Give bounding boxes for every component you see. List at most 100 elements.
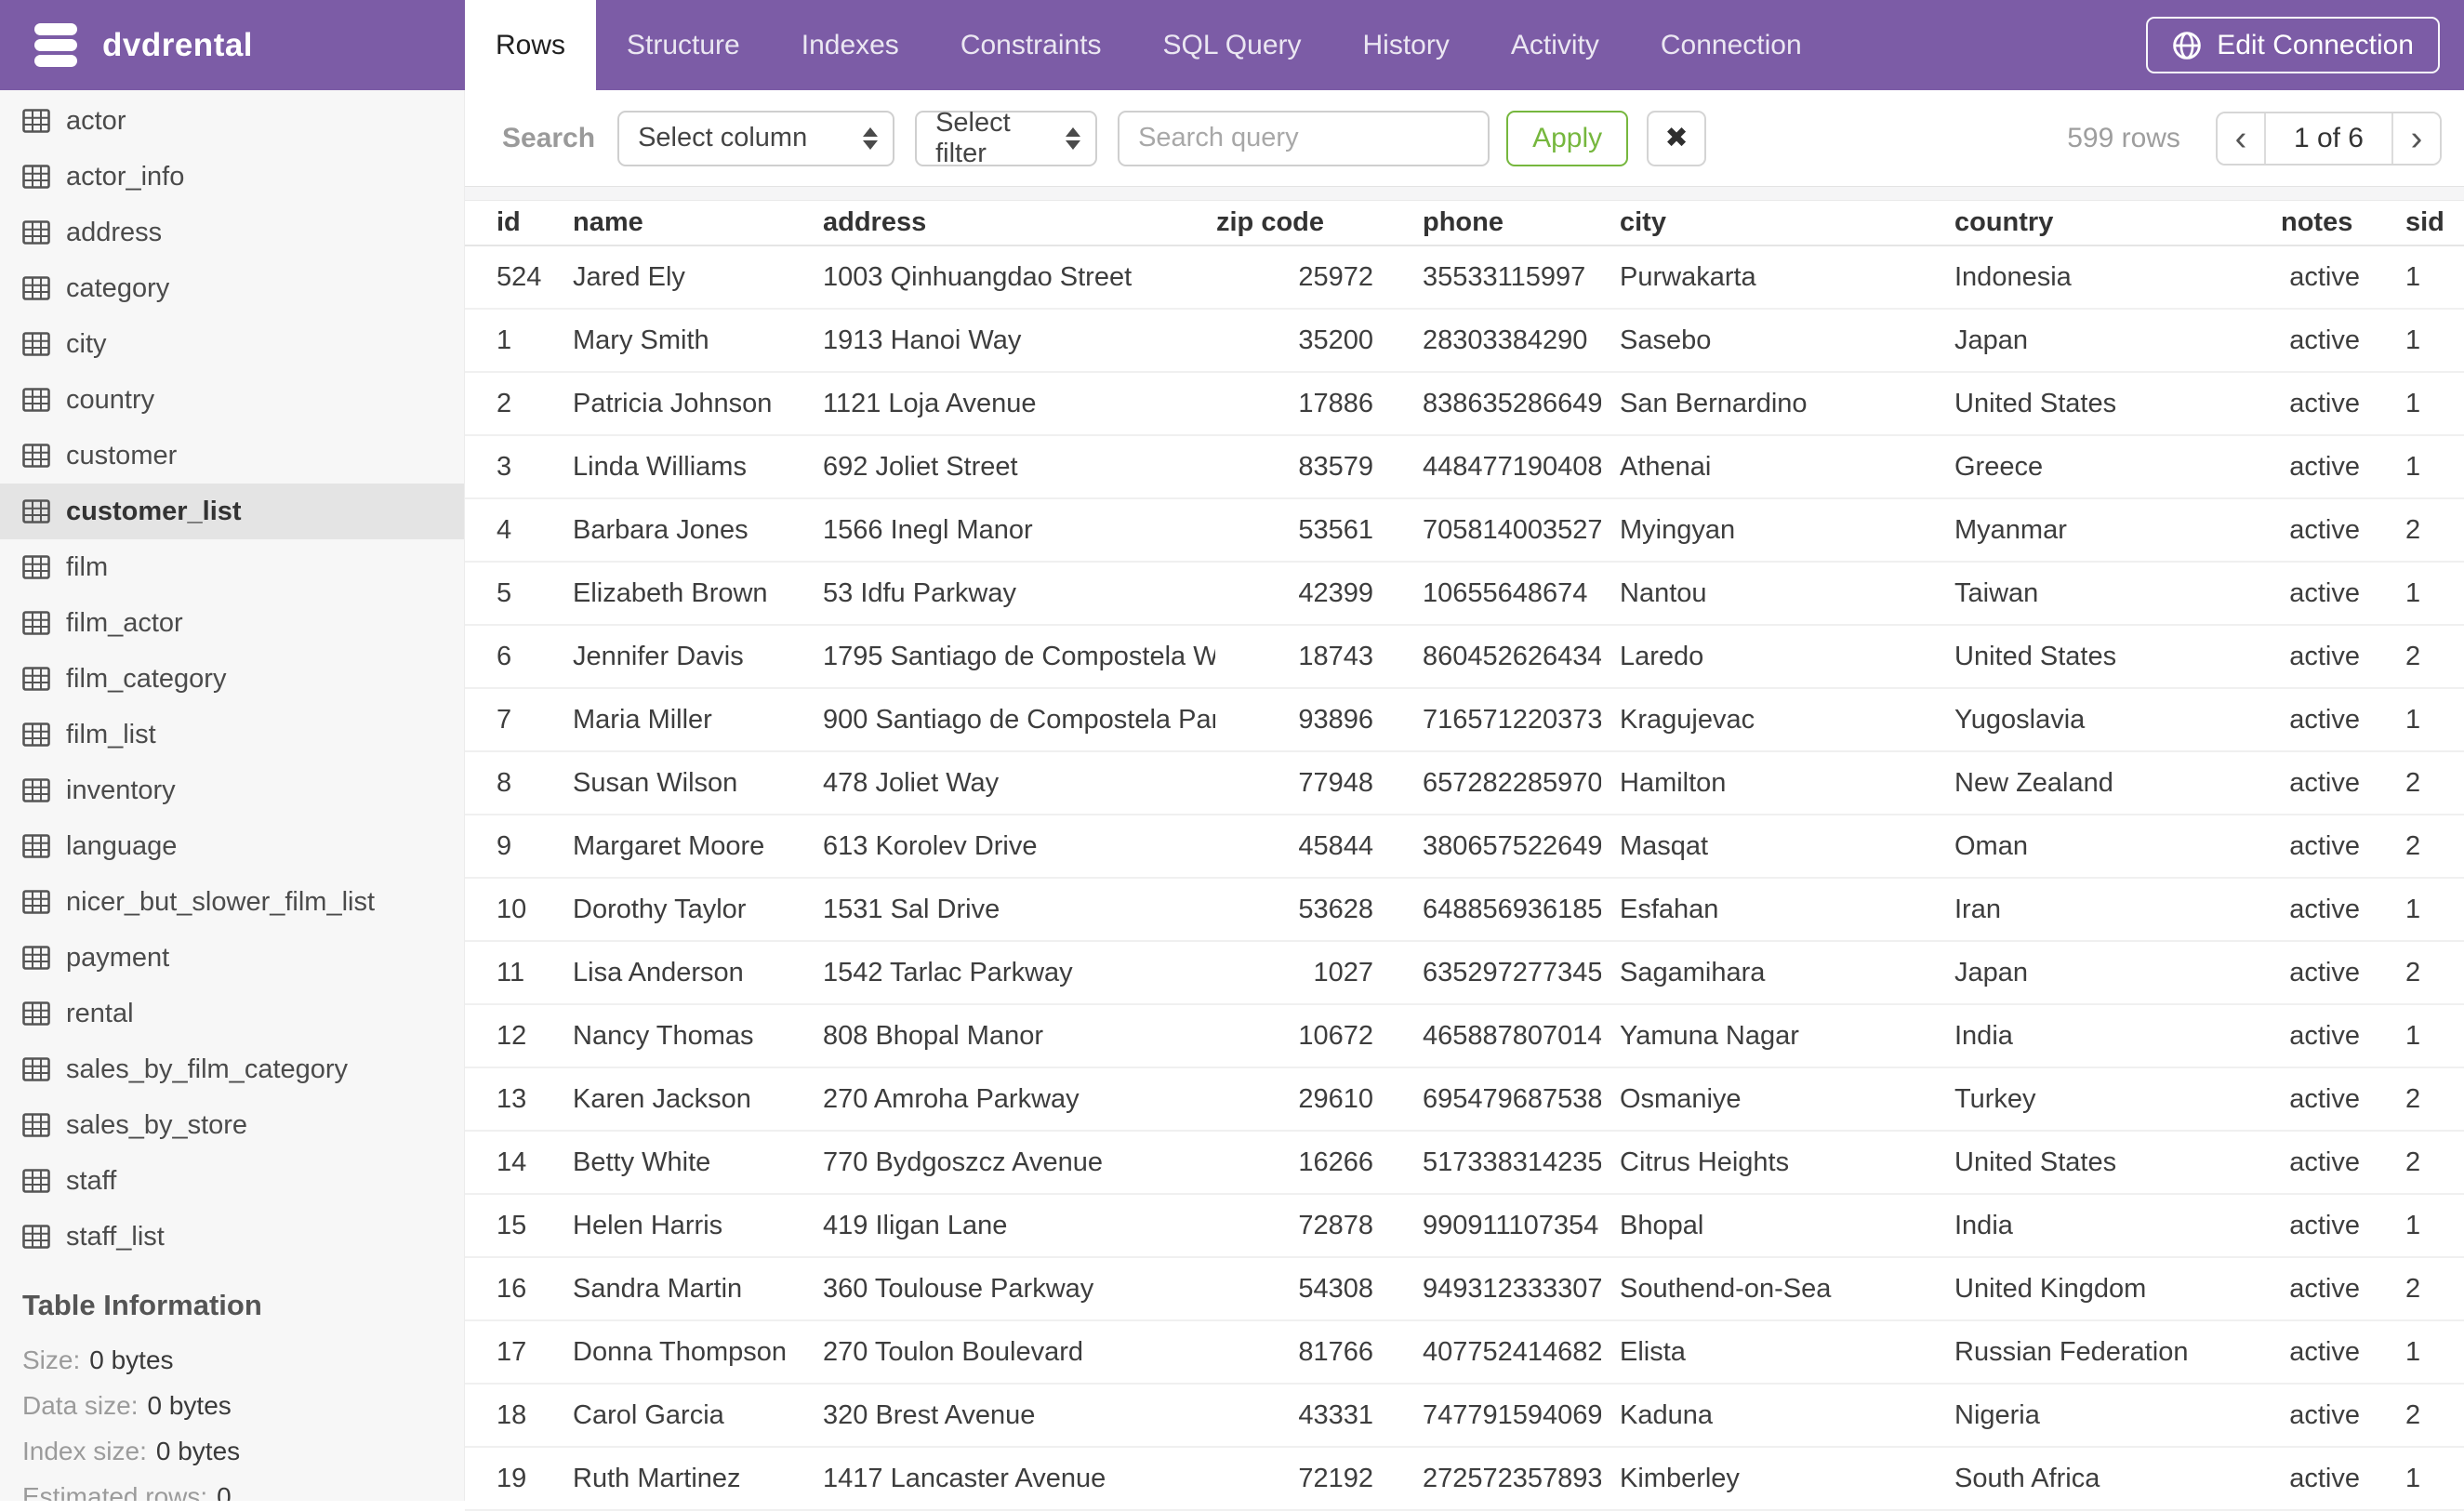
cell-city: Athenai <box>1601 435 1936 498</box>
sidebar-item-film[interactable]: film <box>0 539 464 595</box>
sidebar-item-label: sales_by_store <box>66 1110 247 1141</box>
search-query-input[interactable] <box>1118 111 1490 166</box>
sidebar-item-staff_list[interactable]: staff_list <box>0 1209 464 1265</box>
table-grid-icon <box>22 499 50 524</box>
cell-country: Taiwan <box>1936 562 2280 625</box>
filter-select[interactable]: Select filter <box>915 111 1097 166</box>
column-select[interactable]: Select column <box>617 111 894 166</box>
table-row[interactable]: 10Dorothy Taylor1531 Sal Drive5362864885… <box>465 878 2464 941</box>
table-grid-icon <box>22 834 50 858</box>
cell-sid: 1 <box>2364 309 2464 372</box>
tab-structure[interactable]: Structure <box>596 0 771 90</box>
grid-body: 524Jared Ely1003 Qinhuangdao Street25972… <box>465 245 2464 1510</box>
cell-name: Jennifer Davis <box>543 625 792 688</box>
sidebar-item-address[interactable]: address <box>0 205 464 260</box>
sidebar-item-nicer_but_slower_film_list[interactable]: nicer_but_slower_film_list <box>0 874 464 930</box>
cell-id: 10 <box>465 878 543 941</box>
table-row[interactable]: 12Nancy Thomas808 Bhopal Manor1067246588… <box>465 1004 2464 1067</box>
column-header-notes[interactable]: notes <box>2280 201 2364 245</box>
table-row[interactable]: 8Susan Wilson478 Joliet Way7794865728228… <box>465 751 2464 815</box>
edit-connection-button[interactable]: Edit Connection <box>2146 17 2440 73</box>
cell-notes: active <box>2280 1067 2364 1131</box>
app-header: dvdrental RowsStructureIndexesConstraint… <box>0 0 2464 90</box>
column-header-phone[interactable]: phone <box>1401 201 1601 245</box>
prev-page-button[interactable]: ‹ <box>2218 113 2264 164</box>
tab-indexes[interactable]: Indexes <box>771 0 930 90</box>
sidebar-item-city[interactable]: city <box>0 316 464 372</box>
cell-city: Kragujevac <box>1601 688 1936 751</box>
column-header-country[interactable]: country <box>1936 201 2280 245</box>
column-header-address[interactable]: address <box>792 201 1215 245</box>
cell-phone: 407752414682 <box>1401 1320 1601 1384</box>
sidebar-item-label: customer <box>66 441 177 471</box>
table-row[interactable]: 4Barbara Jones1566 Inegl Manor5356170581… <box>465 498 2464 562</box>
tab-constraints[interactable]: Constraints <box>930 0 1133 90</box>
column-header-zip_code[interactable]: zip code <box>1215 201 1401 245</box>
cell-sid: 1 <box>2364 372 2464 435</box>
cell-country: Yugoslavia <box>1936 688 2280 751</box>
table-row[interactable]: 1Mary Smith1913 Hanoi Way352002830338429… <box>465 309 2464 372</box>
column-header-id[interactable]: id <box>465 201 543 245</box>
column-header-city[interactable]: city <box>1601 201 1936 245</box>
cell-address: 1795 Santiago de Compostela Way <box>792 625 1215 688</box>
table-row[interactable]: 9Margaret Moore613 Korolev Drive45844380… <box>465 815 2464 878</box>
table-row[interactable]: 17Donna Thompson270 Toulon Boulevard8176… <box>465 1320 2464 1384</box>
table-row[interactable]: 3Linda Williams692 Joliet Street83579448… <box>465 435 2464 498</box>
sidebar-item-customer_list[interactable]: customer_list <box>0 484 464 539</box>
cell-address: 270 Toulon Boulevard <box>792 1320 1215 1384</box>
tab-activity[interactable]: Activity <box>1480 0 1630 90</box>
cell-id: 524 <box>465 245 543 309</box>
tab-sql-query[interactable]: SQL Query <box>1133 0 1332 90</box>
column-header-sid[interactable]: sid <box>2364 201 2464 245</box>
cell-sid: 1 <box>2364 878 2464 941</box>
cell-notes: active <box>2280 372 2364 435</box>
edit-connection-label: Edit Connection <box>2217 30 2414 61</box>
column-select-value: Select column <box>638 123 850 153</box>
tab-connection[interactable]: Connection <box>1630 0 1833 90</box>
sidebar-item-actor_info[interactable]: actor_info <box>0 149 464 205</box>
table-row[interactable]: 15Helen Harris419 Iligan Lane72878990911… <box>465 1194 2464 1257</box>
sidebar-item-language[interactable]: language <box>0 818 464 874</box>
table-row[interactable]: 11Lisa Anderson1542 Tarlac Parkway102763… <box>465 941 2464 1004</box>
cell-name: Donna Thompson <box>543 1320 792 1384</box>
sidebar-item-label: staff <box>66 1166 116 1197</box>
tab-rows[interactable]: Rows <box>465 0 596 90</box>
apply-button[interactable]: Apply <box>1506 111 1628 166</box>
sidebar-item-sales_by_film_category[interactable]: sales_by_film_category <box>0 1041 464 1097</box>
info-value: 0 bytes <box>89 1345 173 1375</box>
cell-notes: active <box>2280 562 2364 625</box>
table-row[interactable]: 6Jennifer Davis1795 Santiago de Composte… <box>465 625 2464 688</box>
table-row[interactable]: 16Sandra Martin360 Toulouse Parkway54308… <box>465 1257 2464 1320</box>
sidebar-item-film_list[interactable]: film_list <box>0 707 464 762</box>
table-row[interactable]: 7Maria Miller900 Santiago de Compostela … <box>465 688 2464 751</box>
column-header-name[interactable]: name <box>543 201 792 245</box>
table-grid-icon <box>22 1169 50 1193</box>
next-page-button[interactable]: › <box>2393 113 2440 164</box>
sidebar-item-sales_by_store[interactable]: sales_by_store <box>0 1097 464 1153</box>
cell-address: 613 Korolev Drive <box>792 815 1215 878</box>
table-row[interactable]: 524Jared Ely1003 Qinhuangdao Street25972… <box>465 245 2464 309</box>
table-row[interactable]: 13Karen Jackson270 Amroha Parkway2961069… <box>465 1067 2464 1131</box>
sidebar-item-rental[interactable]: rental <box>0 986 464 1041</box>
cell-id: 11 <box>465 941 543 1004</box>
sidebar-item-film_actor[interactable]: film_actor <box>0 595 464 651</box>
cell-notes: active <box>2280 309 2364 372</box>
cell-name: Mary Smith <box>543 309 792 372</box>
sidebar-item-inventory[interactable]: inventory <box>0 762 464 818</box>
table-row[interactable]: 14Betty White770 Bydgoszcz Avenue1626651… <box>465 1131 2464 1194</box>
cell-country: India <box>1936 1194 2280 1257</box>
sidebar-item-staff[interactable]: staff <box>0 1153 464 1209</box>
cell-notes: active <box>2280 625 2364 688</box>
sidebar-item-actor[interactable]: actor <box>0 93 464 149</box>
tab-history[interactable]: History <box>1332 0 1480 90</box>
sidebar-item-category[interactable]: category <box>0 260 464 316</box>
table-row[interactable]: 18Carol Garcia320 Brest Avenue4333174779… <box>465 1384 2464 1447</box>
cell-phone: 635297277345 <box>1401 941 1601 1004</box>
sidebar-item-country[interactable]: country <box>0 372 464 428</box>
sidebar-item-film_category[interactable]: film_category <box>0 651 464 707</box>
clear-search-button[interactable]: ✖ <box>1647 111 1706 166</box>
table-row[interactable]: 2Patricia Johnson1121 Loja Avenue1788683… <box>465 372 2464 435</box>
sidebar-item-customer[interactable]: customer <box>0 428 464 484</box>
table-row[interactable]: 5Elizabeth Brown53 Idfu Parkway423991065… <box>465 562 2464 625</box>
sidebar-item-payment[interactable]: payment <box>0 930 464 986</box>
